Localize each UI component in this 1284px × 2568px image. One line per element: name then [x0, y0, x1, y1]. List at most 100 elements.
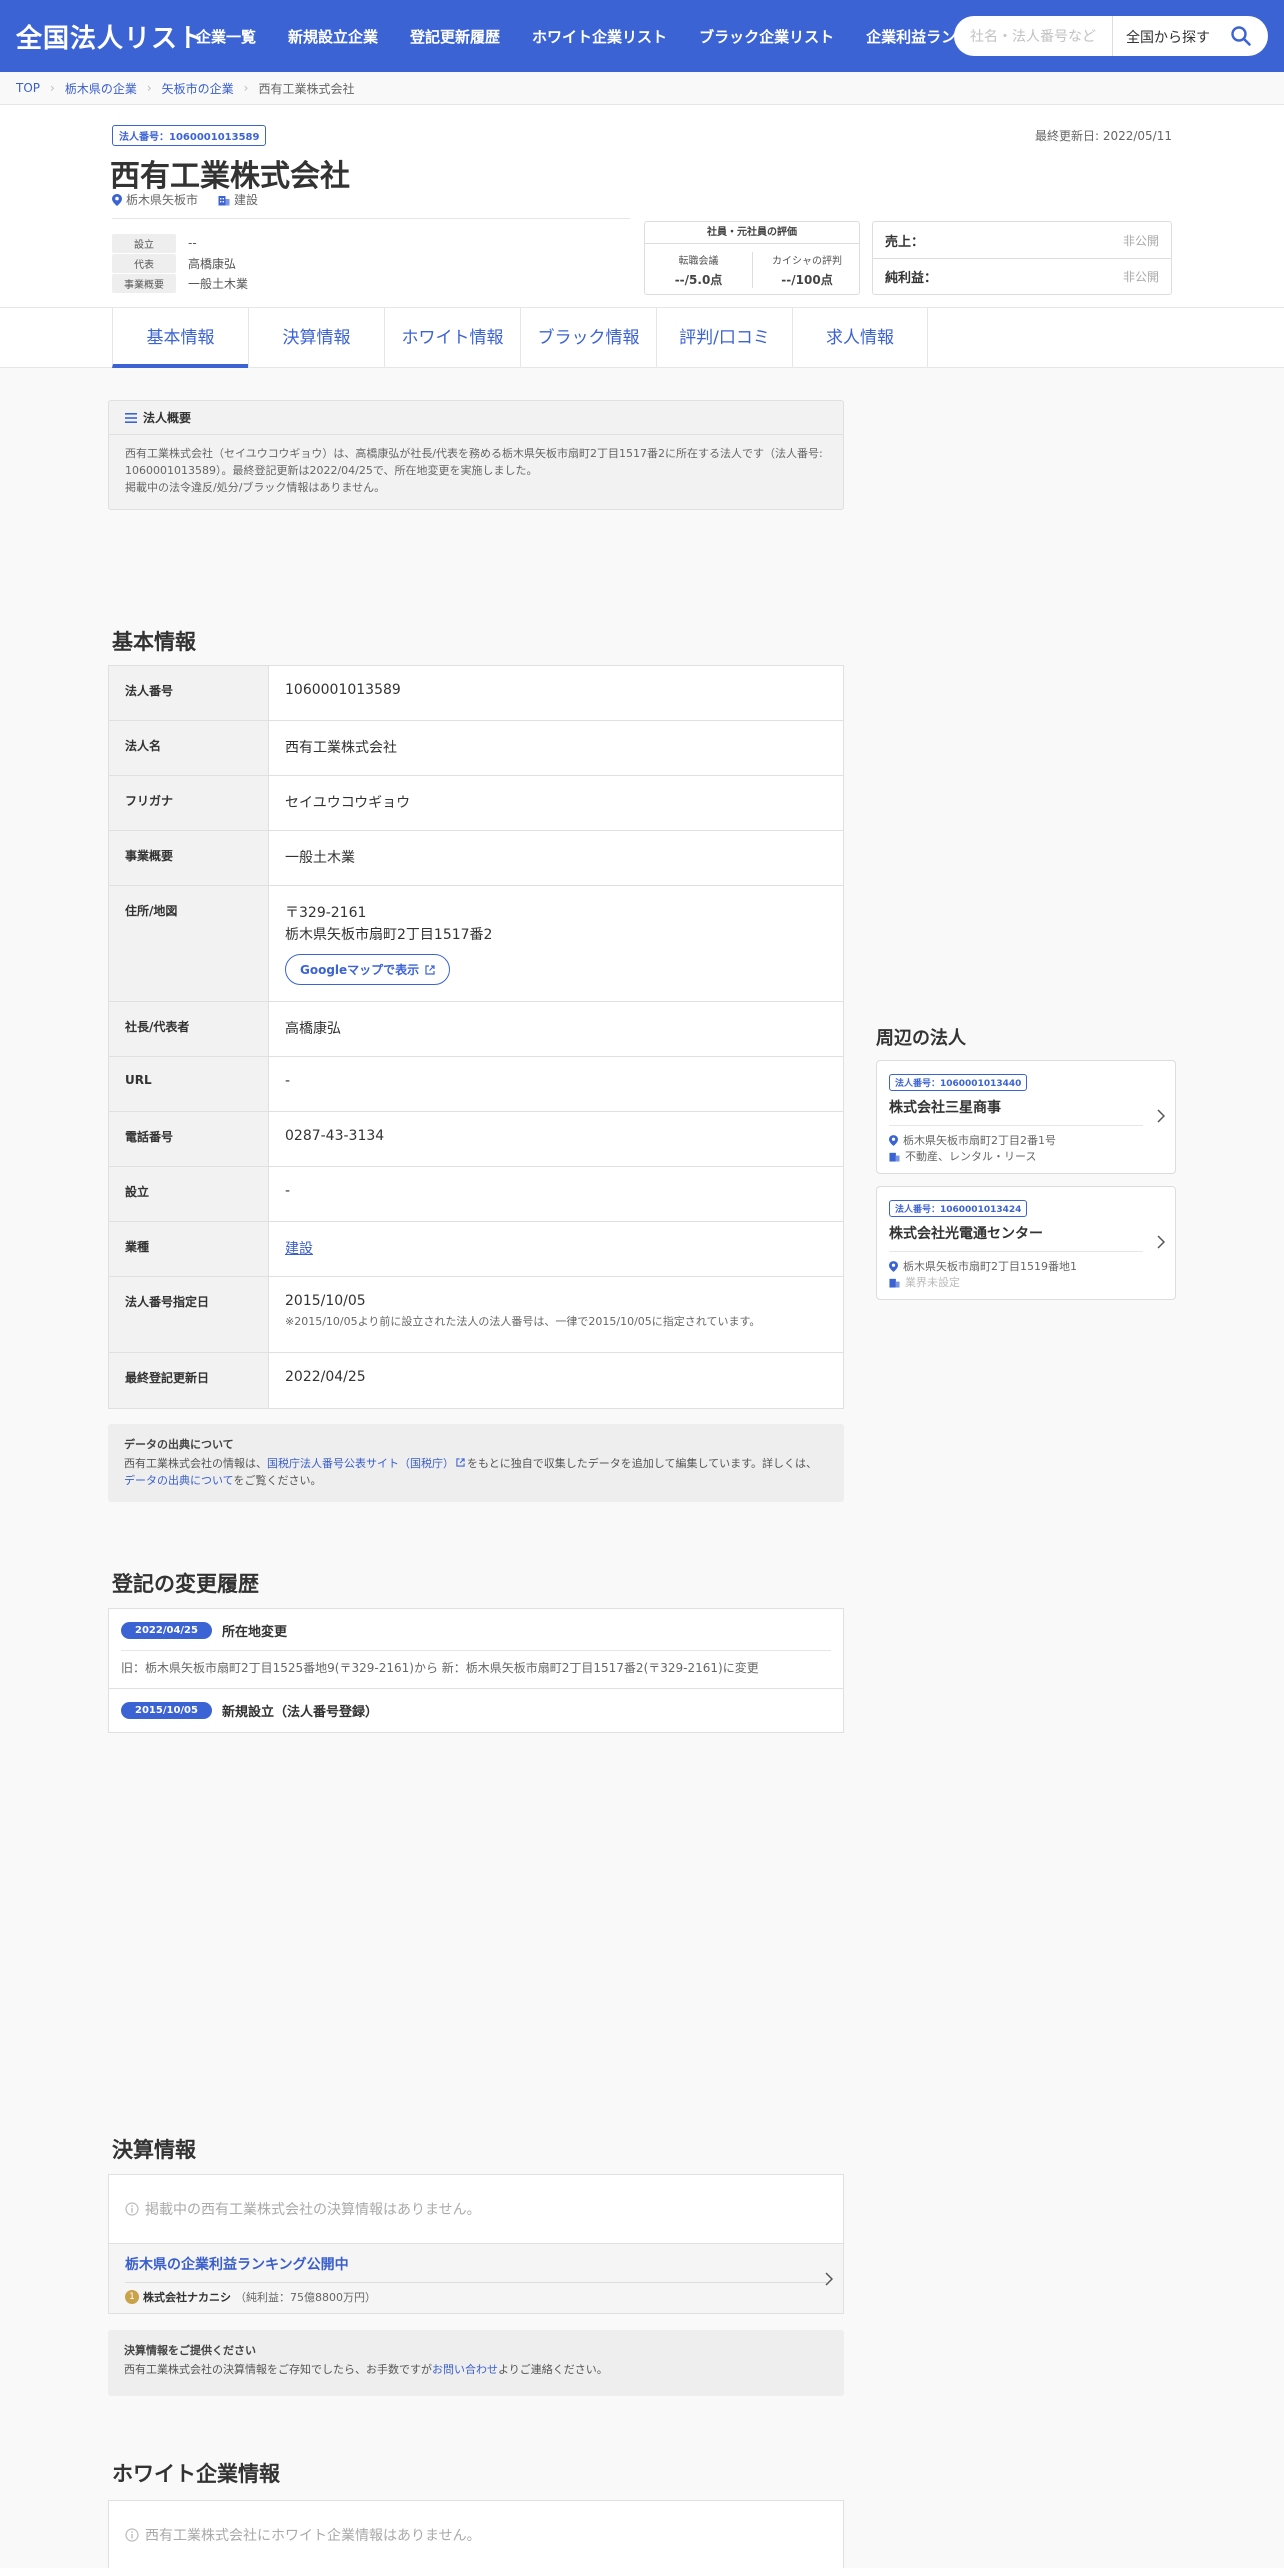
info-row-number-date: 法人番号指定日 2015/10/05 ※2015/10/05より前に設立された法…	[109, 1277, 843, 1353]
summary-value: 一般土木業	[188, 276, 249, 291]
location-pin-icon	[889, 1260, 898, 1272]
data-source-note: データの出典について 西有工業株式会社の情報は、国税庁法人番号公表サイト（国税庁…	[108, 1424, 844, 1502]
finance-summary: 売上： 非公開 純利益： 非公開	[872, 221, 1172, 295]
nav-black-list[interactable]: ブラック企業リスト	[699, 26, 834, 47]
location-pin-icon	[889, 1134, 898, 1146]
search-input[interactable]	[954, 16, 1112, 56]
building-icon	[889, 1278, 900, 1288]
nearby-industry-text: 業界未設定	[905, 1276, 960, 1289]
nav-registry-updates[interactable]: 登記更新履歴	[410, 26, 500, 47]
profit-value: 非公開	[1122, 270, 1159, 284]
sales-label: 売上：	[885, 234, 925, 250]
location-pin-icon	[112, 193, 122, 206]
site-logo[interactable]: 全国法人リスト	[16, 18, 205, 55]
info-value: 0287-43-3134	[285, 1128, 385, 1144]
tab-white[interactable]: ホワイト情報	[384, 308, 520, 368]
overview-line: 掲載中の法令違反/処分/ブラック情報はありません。	[125, 481, 386, 494]
history-detail: 旧：栃木県矢板市扇町2丁目1525番地9(〒329-2161)から 新：栃木県矢…	[121, 1650, 831, 1676]
external-link-icon	[456, 1458, 465, 1467]
nav-company-list[interactable]: 企業一覧	[196, 26, 256, 47]
info-label: 社長/代表者	[109, 1002, 269, 1056]
nearby-industry: 業界未設定	[889, 1274, 1163, 1290]
review-score: --/5.0点	[674, 273, 723, 287]
chevron-right-icon: ›	[146, 81, 152, 95]
info-label: 最終登記更新日	[109, 1353, 269, 1408]
info-label: 住所/地図	[109, 886, 269, 1001]
search-bar: 全国から探す	[954, 16, 1268, 56]
info-icon	[125, 2528, 139, 2542]
review-jobchange[interactable]: 転職会議 --/5.0点	[645, 252, 753, 288]
provide-text-part: よりご連絡ください。	[498, 2363, 608, 2376]
overview-text: 西有工業株式会社（セイユウコウギョウ）は、高橋康弘が社長/代表を務める栃木県矢板…	[109, 435, 843, 506]
tab-basic-info[interactable]: 基本情報	[112, 308, 248, 368]
review-kaisha[interactable]: カイシャの評判 --/100点	[753, 252, 861, 288]
nav-new-companies[interactable]: 新規設立企業	[288, 26, 378, 47]
company-location: 栃木県矢板市	[126, 193, 199, 207]
summary-label: 設立	[112, 233, 176, 253]
tab-black[interactable]: ブラック情報	[520, 308, 656, 368]
chevron-right-icon	[825, 2272, 833, 2286]
nearby-company-name: 株式会社光電通センター	[889, 1226, 1043, 1242]
history-head: 2022/04/25 所在地変更	[121, 1621, 831, 1640]
nearby-company-card[interactable]: 法人番号：1060001013424 株式会社光電通センター 栃木県矢板市扇町2…	[876, 1186, 1176, 1300]
basic-info-heading: 基本情報	[112, 630, 196, 654]
external-link-icon	[425, 964, 435, 975]
tab-settlement[interactable]: 決算情報	[248, 308, 384, 368]
nearby-heading: 周辺の法人	[876, 1028, 966, 1049]
ranking-entry: 1 株式会社ナカニシ （純利益：75億8800万円）	[125, 2289, 827, 2305]
history-heading: 登記の変更履歴	[112, 1572, 259, 1596]
info-row-business: 事業概要 一般土木業	[109, 831, 843, 886]
employee-review-box: 社員・元社員の評価 転職会議 --/5.0点 カイシャの評判 --/100点	[644, 221, 860, 295]
source-title: データの出典について	[124, 1438, 234, 1451]
chevron-right-icon	[1157, 1109, 1165, 1123]
tab-reviews[interactable]: 評判/口コミ	[656, 308, 792, 368]
ranking-title: 栃木県の企業利益ランキング公開中	[125, 2257, 349, 2273]
nta-link[interactable]: 国税庁法人番号公表サイト（国税庁）	[267, 1457, 454, 1470]
source-text-part: をご覧ください。	[233, 1474, 322, 1487]
basic-info-table: 法人番号 1060001013589 法人名 西有工業株式会社 フリガナ セイユ…	[108, 665, 844, 1409]
number-date: 2015/10/05	[285, 1293, 366, 1309]
settlement-empty: 掲載中の西有工業株式会社の決算情報はありません。	[109, 2175, 843, 2243]
list-icon	[125, 412, 137, 423]
industry-link[interactable]: 建設	[285, 1241, 313, 1257]
corporate-number-badge: 法人番号：1060001013424	[889, 1200, 1028, 1217]
corporate-number-badge: 法人番号：1060001013589	[112, 125, 267, 146]
data-source-link[interactable]: データの出典について	[124, 1474, 233, 1487]
source-text-part: をもとに独自で収集したデータを追加して編集しています。詳しくは、	[467, 1457, 818, 1470]
search-scope-select[interactable]: 全国から探す	[1126, 27, 1210, 47]
history-item: 2015/10/05 新規設立（法人番号登録）	[109, 1689, 843, 1732]
page-title: 西有工業株式会社	[110, 159, 350, 194]
contact-link[interactable]: お問い合わせ	[432, 2363, 498, 2376]
info-label: 法人番号指定日	[109, 1277, 269, 1352]
info-label: 業種	[109, 1222, 269, 1276]
summary-label: 代表	[112, 253, 176, 273]
info-row-last-registry: 最終登記更新日 2022/04/25	[109, 1353, 843, 1408]
breadcrumb-top[interactable]: TOP	[16, 81, 40, 95]
breadcrumb-city[interactable]: 矢板市の企業	[162, 80, 234, 97]
address: 栃木県矢板市扇町2丁目1517番2	[285, 927, 493, 943]
provide-title: 決算情報をご提供ください	[124, 2344, 256, 2357]
breadcrumb-prefecture[interactable]: 栃木県の企業	[65, 80, 137, 97]
nearby-address-text: 栃木県矢板市扇町2丁目2番1号	[903, 1134, 1056, 1147]
info-value: -	[285, 1073, 291, 1089]
google-map-button[interactable]: Googleマップで表示	[285, 954, 451, 985]
divider	[889, 1251, 1143, 1252]
divider	[112, 218, 630, 219]
info-label: 電話番号	[109, 1112, 269, 1166]
search-divider	[1112, 16, 1113, 56]
search-icon[interactable]	[1230, 25, 1252, 47]
nav-white-list[interactable]: ホワイト企業リスト	[532, 26, 667, 47]
nearby-industry: 不動産、レンタル・リース	[889, 1148, 1163, 1164]
source-text-part: 西有工業株式会社の情報は、	[124, 1457, 267, 1470]
history-item: 2022/04/25 所在地変更 旧：栃木県矢板市扇町2丁目1525番地9(〒3…	[109, 1609, 843, 1689]
tab-jobs[interactable]: 求人情報	[792, 308, 928, 368]
nearby-company-card[interactable]: 法人番号：1060001013440 株式会社三星商事 栃木県矢板市扇町2丁目2…	[876, 1060, 1176, 1174]
profit-row: 純利益： 非公開	[873, 258, 1171, 294]
info-value: 2022/04/25	[285, 1369, 366, 1385]
history-date: 2015/10/05	[121, 1702, 212, 1719]
info-label: 設立	[109, 1167, 269, 1221]
postal-code: 〒329-2161	[285, 905, 367, 921]
building-icon	[218, 195, 230, 205]
company-industry: 建設	[234, 193, 259, 207]
profit-ranking-link[interactable]: 栃木県の企業利益ランキング公開中 1 株式会社ナカニシ （純利益：75億8800…	[109, 2243, 843, 2313]
